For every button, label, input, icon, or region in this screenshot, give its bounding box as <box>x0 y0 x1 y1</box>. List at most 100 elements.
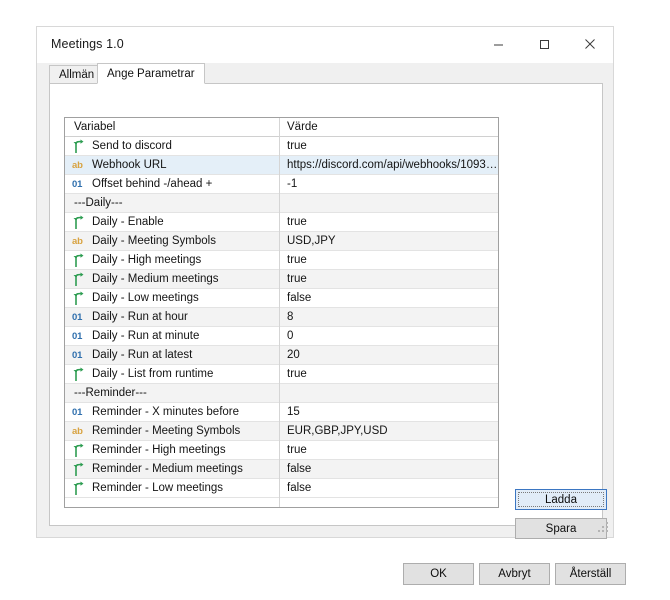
grid-cell-value[interactable] <box>280 384 498 402</box>
close-icon <box>585 39 595 49</box>
type-boolean-icon <box>72 462 88 478</box>
grid-cell-variable: ab Webhook URL <box>65 156 279 174</box>
grid-cell-variable: Reminder - Low meetings <box>65 479 279 497</box>
type-boolean-icon <box>72 215 88 231</box>
grid-cell-value[interactable]: 0 <box>280 327 498 345</box>
type-boolean-icon <box>72 367 88 383</box>
grid-variable-label: ---Reminder--- <box>74 387 147 399</box>
table-row[interactable]: 01 Daily - Run at hour 8 <box>65 308 498 327</box>
maximize-icon <box>539 39 549 49</box>
grid-variable-label: Daily - List from runtime <box>92 368 214 380</box>
table-row[interactable]: Daily - Medium meetings true <box>65 270 498 289</box>
table-row[interactable]: 01 Reminder - X minutes before 15 <box>65 403 498 422</box>
grid-cell-value[interactable]: 15 <box>280 403 498 421</box>
grid-cell-variable: Send to discord <box>65 137 279 155</box>
table-row[interactable]: ab Daily - Meeting Symbols USD,JPY <box>65 232 498 251</box>
reset-button[interactable]: Återställ <box>555 563 626 585</box>
grid-cell-value[interactable]: USD,JPY <box>280 232 498 250</box>
type-boolean-icon <box>72 291 88 307</box>
grid-cell-value[interactable]: true <box>280 441 498 459</box>
grid-cell-value[interactable]: -1 <box>280 175 498 193</box>
window-titlebar: Meetings 1.0 <box>37 27 613 64</box>
table-row[interactable]: ---Daily--- <box>65 194 498 213</box>
boolean-branch-icon <box>73 481 84 495</box>
grid-cell-value[interactable]: true <box>280 137 498 155</box>
close-button[interactable] <box>567 27 613 61</box>
resize-grip-dot <box>606 530 608 532</box>
maximize-button[interactable] <box>521 27 567 61</box>
grid-cell-variable: 01 Daily - Run at latest <box>65 346 279 364</box>
grid-variable-label: Reminder - Low meetings <box>92 482 224 494</box>
grid-header-value: Värde <box>287 121 318 133</box>
grid-variable-label: Daily - Run at minute <box>92 330 200 342</box>
window-title: Meetings 1.0 <box>51 37 124 51</box>
grid-cell-value[interactable]: false <box>280 479 498 497</box>
grid-cell-value[interactable]: EUR,GBP,JPY,USD <box>280 422 498 440</box>
grid-variable-label: Daily - Low meetings <box>92 292 199 304</box>
grid-cell-value[interactable]: true <box>280 270 498 288</box>
resize-grip-dot <box>602 526 604 528</box>
grid-cell-variable: Daily - Medium meetings <box>65 270 279 288</box>
table-row[interactable]: ---Reminder--- <box>65 384 498 403</box>
table-row[interactable]: ab Reminder - Meeting Symbols EUR,GBP,JPY,… <box>65 422 498 441</box>
grid-cell-variable: ab Reminder - Meeting Symbols <box>65 422 279 440</box>
grid-cell-value[interactable]: false <box>280 289 498 307</box>
boolean-branch-icon <box>73 253 84 267</box>
grid-cell-value[interactable]: true <box>280 365 498 383</box>
save-button[interactable]: Spara <box>515 518 607 539</box>
boolean-branch-icon <box>73 443 84 457</box>
table-row[interactable]: 01 Offset behind -/ahead + -1 <box>65 175 498 194</box>
cancel-button[interactable]: Avbryt <box>479 563 550 585</box>
table-row[interactable]: Daily - Low meetings false <box>65 289 498 308</box>
boolean-branch-icon <box>73 291 84 305</box>
resize-grip[interactable] <box>598 522 611 535</box>
grid-cell-value[interactable]: https://discord.com/api/webhooks/1093304… <box>280 156 498 174</box>
save-button-label: Spara <box>545 522 577 535</box>
table-row[interactable]: Reminder - Medium meetings false <box>65 460 498 479</box>
load-button-label: Ladda <box>545 493 577 506</box>
ok-button-label: OK <box>430 568 447 580</box>
tab-ange-parametrar[interactable]: Ange Parametrar <box>97 63 205 84</box>
minimize-button[interactable] <box>475 27 521 61</box>
resize-grip-dot <box>606 522 608 524</box>
type-integer-icon: 01 <box>72 407 83 418</box>
type-integer-icon: 01 <box>72 331 83 342</box>
grid-header-variable: Variabel <box>74 121 116 133</box>
grid-variable-label: Daily - Meeting Symbols <box>92 235 216 247</box>
table-row[interactable]: Daily - List from runtime true <box>65 365 498 384</box>
grid-cell-variable: 01 Offset behind -/ahead + <box>65 175 279 193</box>
grid-variable-label: ---Daily--- <box>74 197 123 209</box>
type-boolean-icon <box>72 253 88 269</box>
tab-allman[interactable]: Allmän <box>49 65 105 84</box>
grid-cell-variable: Reminder - Medium meetings <box>65 460 279 478</box>
grid-cell-value[interactable]: 20 <box>280 346 498 364</box>
grid-cell-variable: ab Daily - Meeting Symbols <box>65 232 279 250</box>
table-row[interactable]: Daily - Enable true <box>65 213 498 232</box>
table-row[interactable]: Send to discord true <box>65 137 498 156</box>
boolean-branch-icon <box>73 367 84 381</box>
grid-cell-value[interactable] <box>280 498 498 507</box>
table-row[interactable]: ab Webhook URL https://discord.com/api/web… <box>65 156 498 175</box>
grid-cell-variable: Daily - Enable <box>65 213 279 231</box>
grid-cell-variable: Reminder - High meetings <box>65 441 279 459</box>
grid-variable-label: Reminder - Meeting Symbols <box>92 425 241 437</box>
table-row[interactable]: 01 Daily - Run at minute 0 <box>65 327 498 346</box>
load-button[interactable]: Ladda <box>515 489 607 510</box>
cancel-button-label: Avbryt <box>498 568 531 580</box>
parameter-grid[interactable]: Variabel Värde Send to discord true ab Webh… <box>64 117 499 508</box>
grid-cell-value[interactable]: true <box>280 213 498 231</box>
ok-button[interactable]: OK <box>403 563 474 585</box>
grid-cell-value[interactable]: false <box>280 460 498 478</box>
table-row[interactable]: Daily - High meetings true <box>65 251 498 270</box>
grid-cell-variable: ---Daily--- <box>65 194 279 212</box>
tab-page-ange-parametrar: Variabel Värde Send to discord true ab Webh… <box>49 83 626 585</box>
grid-cell-value[interactable]: 8 <box>280 308 498 326</box>
type-string-icon: ab <box>72 236 83 247</box>
grid-variable-label: Daily - Medium meetings <box>92 273 219 285</box>
grid-cell-value[interactable]: true <box>280 251 498 269</box>
table-row[interactable]: Reminder - High meetings true <box>65 441 498 460</box>
table-row[interactable]: 01 Daily - Run at latest 20 <box>65 346 498 365</box>
grid-cell-value[interactable] <box>280 194 498 212</box>
grid-variable-label: Daily - Run at latest <box>92 349 193 361</box>
table-row[interactable]: Reminder - Low meetings false <box>65 479 498 498</box>
